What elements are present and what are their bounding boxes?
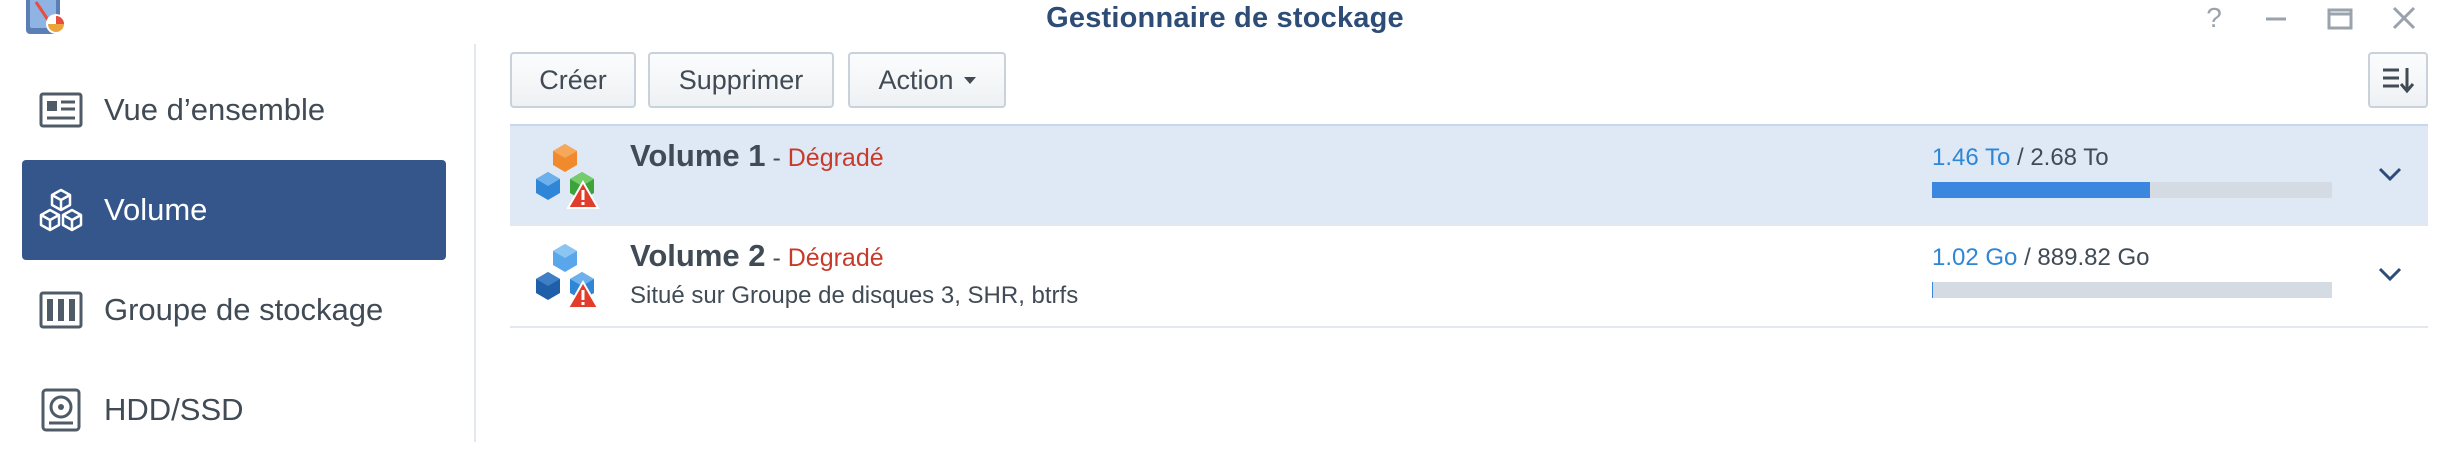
sidebar-item-hdd-ssd[interactable]: HDD/SSD <box>22 360 446 460</box>
sidebar-item-label: HDD/SSD <box>104 392 244 428</box>
create-button[interactable]: Créer <box>510 52 636 108</box>
help-icon[interactable]: ? <box>2196 2 2232 36</box>
volume-name: Volume 2 - Dégradé <box>630 238 884 274</box>
usage-bar <box>1932 282 2332 298</box>
sort-icon <box>2381 65 2415 95</box>
volume-separator: - <box>766 244 788 272</box>
sidebar: Vue d’ensemble Volume Groupe de stockage <box>0 44 476 442</box>
close-icon[interactable] <box>2386 2 2422 36</box>
volume-usage: 1.46 To / 2.68 To <box>1932 144 2109 172</box>
minimize-icon[interactable] <box>2258 2 2294 36</box>
chevron-down-icon[interactable] <box>2372 156 2408 192</box>
sidebar-item-storage-pool[interactable]: Groupe de stockage <box>22 260 446 360</box>
volume-row[interactable]: Volume 2 - Dégradé Situé sur Groupe de d… <box>510 226 2428 328</box>
window-title: Gestionnaire de stockage <box>0 2 2450 35</box>
sidebar-item-overview[interactable]: Vue d’ensemble <box>22 60 446 160</box>
sidebar-item-label: Volume <box>104 192 207 228</box>
volume-separator: - <box>766 144 788 172</box>
title-bar: Gestionnaire de stockage ? <box>0 0 2450 44</box>
total-space: 2.68 To <box>2030 144 2108 171</box>
volume-warning-icon <box>530 240 600 310</box>
used-space: 1.46 To <box>1932 144 2010 171</box>
sort-button[interactable] <box>2368 52 2428 108</box>
action-dropdown-button[interactable]: Action <box>848 52 1006 108</box>
sidebar-item-volume[interactable]: Volume <box>22 160 446 260</box>
volume-warning-icon <box>530 140 600 210</box>
usage-bar <box>1932 182 2332 198</box>
volume-icon <box>38 187 84 233</box>
caret-down-icon <box>964 77 976 84</box>
volume-usage: 1.02 Go / 889.82 Go <box>1932 244 2150 272</box>
volume-title: Volume 1 <box>630 138 766 173</box>
used-space: 1.02 Go <box>1932 244 2017 271</box>
volume-title: Volume 2 <box>630 238 766 273</box>
overview-icon <box>38 87 84 133</box>
main-panel: Créer Supprimer Action <box>510 44 2428 442</box>
sidebar-item-label: Groupe de stockage <box>104 292 383 328</box>
delete-button[interactable]: Supprimer <box>648 52 834 108</box>
total-space: 889.82 Go <box>2037 244 2149 271</box>
volume-description: Situé sur Groupe de disques 3, SHR, btrf… <box>630 282 1078 310</box>
volume-row[interactable]: Volume 1 - Dégradé 1.46 To / 2.68 To <box>510 124 2428 226</box>
storage-pool-icon <box>38 287 84 333</box>
action-label: Action <box>878 65 953 96</box>
sidebar-item-label: Vue d’ensemble <box>104 92 325 128</box>
volume-status: Dégradé <box>788 244 884 272</box>
usage-bar-fill <box>1932 182 2150 198</box>
hdd-icon <box>38 387 84 433</box>
volume-status: Dégradé <box>788 144 884 172</box>
volume-name: Volume 1 - Dégradé <box>630 138 884 174</box>
chevron-down-icon[interactable] <box>2372 256 2408 292</box>
maximize-icon[interactable] <box>2322 2 2358 36</box>
